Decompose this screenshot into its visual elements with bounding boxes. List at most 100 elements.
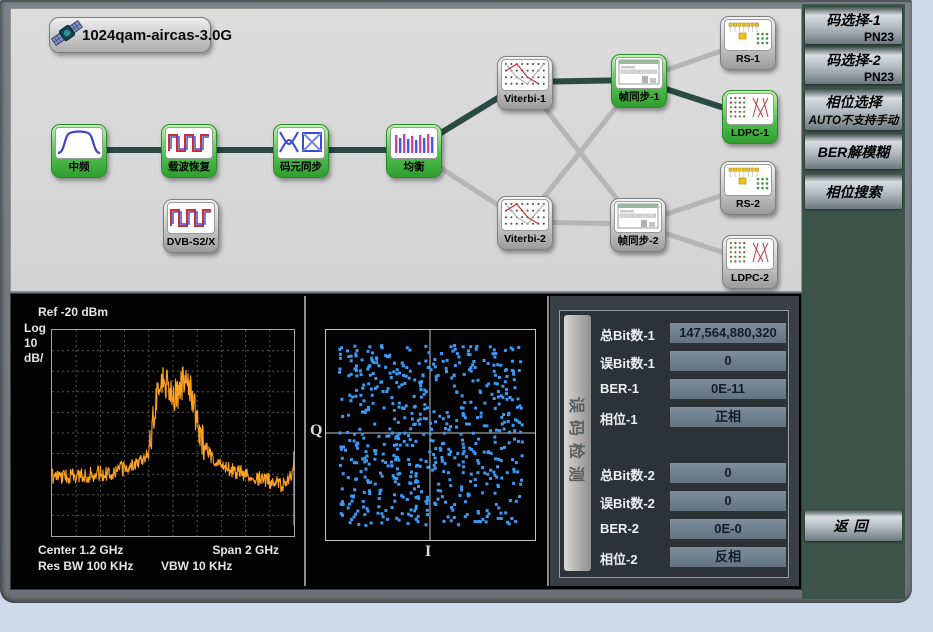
node-frame-sync-2[interactable]: 帧同步-2	[610, 198, 666, 252]
ber-row-value: 正相	[670, 407, 786, 427]
node-label: 帧同步-2	[611, 233, 665, 250]
node-label: 均衡	[387, 159, 441, 176]
sidebar-button-code-select-1[interactable]: 码选择-1PN23	[805, 7, 902, 44]
button-title: 码选择-2	[805, 47, 902, 70]
app-root: { "title_button": { "label": "1024qam-ai…	[0, 0, 933, 632]
ber-row-相位-2: 相位-2 反相	[600, 547, 786, 567]
button-title: 相位搜索	[826, 182, 882, 202]
panel-divider	[304, 296, 306, 586]
node-label: LDPC-1	[723, 125, 777, 142]
node-equalizer[interactable]: 均衡	[386, 124, 442, 178]
equalizer-bars-icon	[390, 127, 438, 159]
node-rs-1[interactable]: RS-1	[720, 16, 776, 70]
ber-row-label: 相位-1	[600, 409, 638, 428]
spectrum-log-label: Log	[24, 321, 46, 335]
sidebar-button-ber-deambiguity[interactable]: BER解模糊	[805, 134, 902, 169]
sidebar-button-phase-select[interactable]: 相位选择AUTO不支持手动	[805, 89, 902, 130]
node-if[interactable]: 中频	[51, 124, 107, 178]
main-window: 1024qam-aircas-3.0G 中频 载波恢复 码元同步 均衡 DVB-S2/X…	[0, 0, 912, 603]
spectrum-plot	[51, 329, 295, 537]
button-subtext: AUTO不支持手动	[805, 112, 902, 128]
constellation-dots	[326, 330, 535, 540]
node-label: RS-1	[721, 51, 775, 68]
frame-window-icon	[615, 57, 663, 89]
ber-monitor-panel: 误码检测 总Bit数-1147,564,880,320误Bit数-10BER-1…	[550, 296, 799, 586]
spectrum-center-label: Center 1.2 GHz	[38, 543, 123, 557]
carrier-wave-icon	[165, 127, 213, 159]
node-frame-sync-1[interactable]: 帧同步-1	[611, 54, 667, 108]
node-viterbi-1[interactable]: Viterbi-1	[497, 56, 553, 110]
ber-row-value: 0	[670, 463, 786, 483]
ber-row-BER-2: BER-2 0E-0	[600, 519, 786, 539]
ber-row-label: 相位-2	[600, 549, 638, 568]
mission-title-button[interactable]: 1024qam-aircas-3.0G	[49, 17, 211, 53]
ber-row-label: 总Bit数-2	[600, 465, 655, 484]
spectrum-span-label: Span 2 GHz	[194, 543, 279, 557]
control-sidebar: 码选择-1PN23码选择-2PN23相位选择AUTO不支持手动BER解模糊相位搜…	[802, 4, 905, 599]
monitor-panel: Ref -20 dBm Log 10 dB/ Center 1.2 GHz Sp…	[10, 293, 802, 590]
node-ldpc-1[interactable]: LDPC-1	[722, 90, 778, 144]
node-label: 载波恢复	[162, 159, 216, 176]
i-axis-label: I	[425, 543, 431, 561]
spectrum-display: Ref -20 dBm Log 10 dB/ Center 1.2 GHz Sp…	[14, 295, 304, 587]
ldpc-graph-icon	[726, 238, 774, 270]
ldpc-graph-icon	[726, 93, 774, 125]
ber-row-label: 总Bit数-1	[600, 325, 655, 344]
rs-tree-icon	[724, 19, 772, 51]
ber-row-label: BER-1	[600, 381, 639, 396]
eye-diagram-icon	[277, 127, 325, 159]
node-viterbi-2[interactable]: Viterbi-2	[497, 196, 553, 250]
node-symbol-sync[interactable]: 码元同步	[273, 124, 329, 178]
ber-row-相位-1: 相位-1 正相	[600, 407, 786, 427]
sidebar-button-phase-search[interactable]: 相位搜索	[805, 174, 902, 209]
sidebar-button-code-select-2[interactable]: 码选择-2PN23	[805, 47, 902, 84]
button-title: 相位选择	[805, 89, 902, 112]
signal-chain-panel: 1024qam-aircas-3.0G 中频 载波恢复 码元同步 均衡 DVB-S2/X…	[10, 8, 802, 292]
button-title: BER解模糊	[818, 142, 890, 162]
return-button-label: 返回	[834, 516, 874, 536]
spectrum-unit-label: dB/	[24, 351, 43, 365]
rs-tree-icon	[724, 164, 772, 196]
trellis-icon	[501, 59, 549, 91]
ber-row-总Bit数-2: 总Bit数-2 0	[600, 463, 786, 483]
satellite-icon	[50, 16, 84, 55]
node-label: RS-2	[721, 196, 775, 213]
q-axis-label: Q	[310, 422, 322, 440]
spectrum-trace	[52, 330, 294, 536]
button-subtext: PN23	[805, 30, 902, 44]
ber-row-label: 误Bit数-2	[600, 493, 655, 512]
ber-row-value: 0E-11	[670, 379, 786, 399]
spectrum-ref-label: Ref -20 dBm	[38, 305, 108, 319]
node-rs-2[interactable]: RS-2	[720, 161, 776, 215]
ber-box: 误码检测 总Bit数-1147,564,880,320误Bit数-10BER-1…	[559, 310, 789, 578]
node-dvb-s2x[interactable]: DVB-S2/X	[163, 199, 219, 253]
ber-row-总Bit数-1: 总Bit数-1 147,564,880,320	[600, 323, 786, 343]
ber-row-BER-1: BER-1 0E-11	[600, 379, 786, 399]
constellation-display: Q I	[307, 295, 547, 587]
return-button[interactable]: 返回	[805, 510, 902, 541]
ber-row-label: BER-2	[600, 521, 639, 536]
node-carrier[interactable]: 载波恢复	[161, 124, 217, 178]
node-label: Viterbi-2	[498, 231, 552, 248]
node-label: 中频	[52, 159, 106, 176]
ber-section-label-bar: 误码检测	[564, 315, 591, 571]
ber-row-label: 误Bit数-1	[600, 353, 655, 372]
button-title: 码选择-1	[805, 7, 902, 30]
trellis-icon	[501, 199, 549, 231]
spectrum-vbw-label: VBW 10 KHz	[161, 559, 232, 573]
frame-window-icon	[614, 201, 662, 233]
if-spectrum-icon	[55, 127, 103, 159]
ber-row-误Bit数-1: 误Bit数-10	[600, 351, 786, 371]
panel-divider	[547, 296, 549, 586]
mission-title-label: 1024qam-aircas-3.0G	[82, 27, 232, 44]
ber-row-value: 反相	[670, 547, 786, 567]
button-subtext: PN23	[805, 70, 902, 84]
ber-row-value: 147,564,880,320	[670, 323, 786, 343]
ber-row-value: 0	[670, 491, 786, 511]
spectrum-resbw-label: Res BW 100 KHz	[38, 559, 133, 573]
ber-row-误Bit数-2: 误Bit数-2 0	[600, 491, 786, 511]
carrier-wave-icon	[167, 202, 215, 234]
node-label: 码元同步	[274, 159, 328, 176]
ber-row-value: 0E-0	[670, 519, 786, 539]
node-ldpc-2[interactable]: LDPC-2	[722, 235, 778, 289]
